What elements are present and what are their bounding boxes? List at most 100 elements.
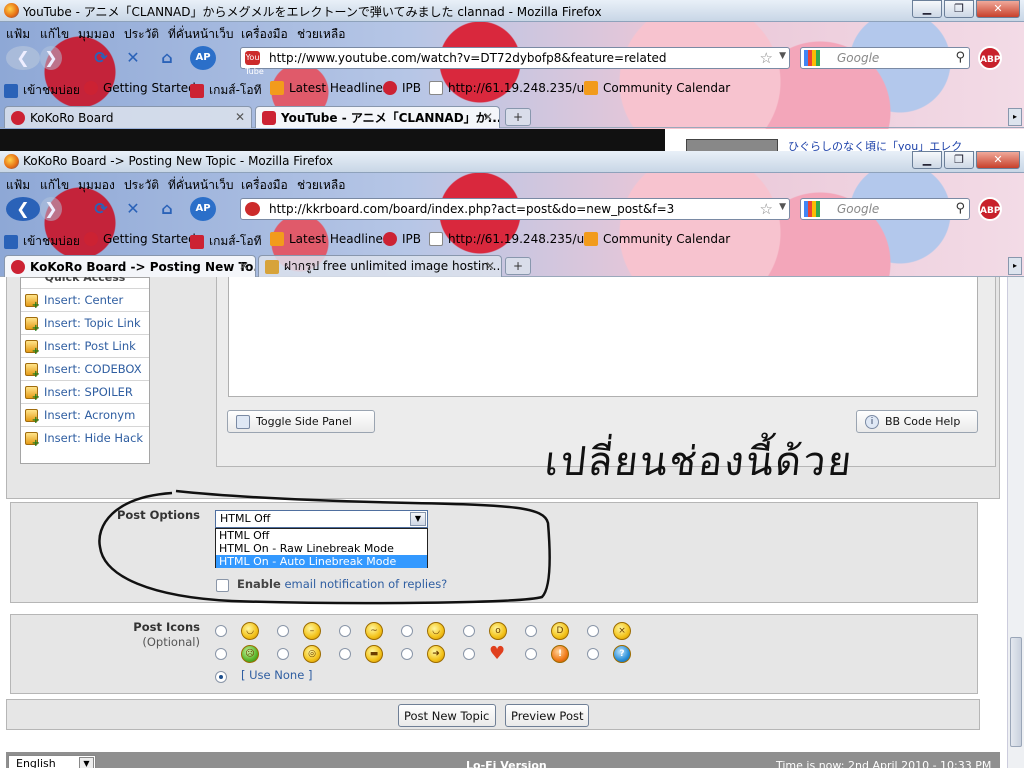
bookmark-ipb[interactable]: IPB (383, 81, 421, 95)
bookmark-ipb[interactable]: IPB (383, 232, 421, 246)
close-button[interactable]: ✕ (976, 0, 1020, 18)
toggle-side-panel-button[interactable]: Toggle Side Panel (227, 410, 375, 433)
back-search-box[interactable]: Google ⚲ (800, 47, 970, 69)
tab-youtube[interactable]: YouTube - アニメ「CLANNAD」か... ✕ (255, 106, 500, 128)
back-navbar: ❮ ❯ ⟳ ✕ ⌂ AP You Tube http://www.youtube… (0, 42, 1024, 76)
search-icon[interactable]: ⚲ (955, 201, 965, 216)
preview-post-button[interactable]: Preview Post (505, 704, 589, 727)
front-bookmarks-bar: เข้าชมบ่อย Getting Started เกมส์-โอที La… (0, 228, 1024, 250)
new-tab-button[interactable]: + (505, 257, 531, 275)
front-window-controls: ▁ ❐ ✕ (910, 151, 1020, 169)
back-url-bar[interactable]: You Tube http://www.youtube.com/watch?v=… (240, 47, 790, 76)
addon-icon[interactable]: AP (190, 46, 216, 70)
bb-code-help-button[interactable]: i BB Code Help (856, 410, 978, 433)
post-new-topic-button[interactable]: Post New Topic (398, 704, 496, 727)
bookmark-community-calendar[interactable]: Community Calendar (584, 81, 730, 95)
related-video-link[interactable]: ひぐらしのなく頃に「you」エレク (788, 138, 962, 152)
post-icon-radio[interactable] (215, 625, 227, 637)
front-search-box[interactable]: Google ⚲ (800, 198, 970, 220)
chevron-down-icon[interactable]: ▼ (79, 757, 94, 768)
scrollbar-thumb[interactable] (1010, 637, 1022, 747)
bookmark-star-icon[interactable]: ☆ (760, 200, 773, 218)
tab-kokoro-posting[interactable]: KoKoRo Board -> Posting New To... ✕ (4, 255, 256, 277)
tab-close-icon[interactable]: ✕ (485, 259, 495, 273)
lofi-version-link[interactable]: Lo-Fi Version (466, 759, 547, 768)
bookmark-star-icon[interactable]: ☆ (760, 49, 773, 67)
post-icon-radio[interactable] (401, 648, 413, 660)
addon-icon[interactable]: AP (190, 197, 216, 221)
back-icon[interactable]: ❮ (6, 46, 40, 70)
front-url-bar[interactable]: http://kkrboard.com/board/index.php?act=… (240, 198, 790, 220)
adblock-icon[interactable]: ABP (978, 197, 1002, 221)
post-icon-radio[interactable] (525, 648, 537, 660)
post-icon-radio[interactable] (401, 625, 413, 637)
bookmark-most-visited[interactable]: เข้าชมบ่อย (4, 81, 80, 100)
tabs-scroll-right-icon[interactable]: ▸ (1008, 257, 1022, 275)
quick-access-item[interactable]: Insert: SPOILER (21, 380, 149, 403)
quick-access-item[interactable]: Insert: Hide Hack (21, 426, 149, 449)
stop-icon[interactable]: ✕ (120, 197, 146, 221)
minimize-button[interactable]: ▁ (912, 151, 942, 169)
stop-icon[interactable]: ✕ (120, 46, 146, 70)
post-icon-radio[interactable] (277, 625, 289, 637)
minimize-button[interactable]: ▁ (912, 0, 942, 18)
post-textarea[interactable] (228, 277, 978, 397)
use-none-radio[interactable] (215, 671, 227, 683)
rss-icon (584, 81, 598, 95)
back-bookmarks-bar: เข้าชมบ่อย Getting Started เกมส์-โอที La… (0, 77, 1024, 99)
quick-access-item[interactable]: Insert: CODEBOX (21, 357, 149, 380)
tab-close-icon[interactable]: ✕ (239, 259, 249, 273)
smile-icon: ◡ (241, 622, 259, 640)
tab-image-hosting[interactable]: ฝากรูป free unlimited image hostin... ✕ (258, 255, 502, 277)
post-icon-radio[interactable] (463, 625, 475, 637)
close-button[interactable]: ✕ (976, 151, 1020, 169)
language-select[interactable]: English ▼ (8, 755, 96, 768)
page-scrollbar[interactable] (1007, 277, 1024, 768)
quick-access-item[interactable]: Insert: Center (21, 288, 149, 311)
post-icon-radio[interactable] (463, 648, 475, 660)
google-icon[interactable] (804, 50, 820, 66)
url-dropdown-icon[interactable]: ▼ (779, 202, 786, 212)
post-icon-radio[interactable] (525, 625, 537, 637)
home-icon[interactable]: ⌂ (154, 46, 180, 70)
reload-icon[interactable]: ⟳ (88, 197, 114, 221)
forward-icon[interactable]: ❯ (40, 46, 62, 70)
bookmark-getting-started[interactable]: Getting Started (84, 232, 196, 246)
back-icon[interactable]: ❮ (6, 197, 40, 221)
reload-icon[interactable]: ⟳ (88, 46, 114, 70)
post-icon-radio[interactable] (339, 648, 351, 660)
google-icon[interactable] (804, 201, 820, 217)
forward-icon[interactable]: ❯ (40, 197, 62, 221)
bookmark-games[interactable]: เกมส์-โอที (190, 232, 262, 251)
bookmark-games[interactable]: เกมส์-โอที (190, 81, 262, 100)
post-icon-radio[interactable] (339, 625, 351, 637)
back-content: ひぐらしのなく頃に「you」エレク (0, 129, 1024, 152)
quick-access-item[interactable]: Insert: Acronym (21, 403, 149, 426)
bookmark-community-calendar[interactable]: Community Calendar (584, 232, 730, 246)
back-tab-bar: KoKoRo Board ✕ YouTube - アニメ「CLANNAD」か..… (0, 104, 1024, 128)
bookmarks-folder-icon (4, 234, 18, 249)
bookmark-ip-link[interactable]: http://61.19.248.235/u... (429, 232, 596, 246)
bookmark-most-visited[interactable]: เข้าชมบ่อย (4, 232, 80, 251)
post-icon-radio[interactable] (587, 625, 599, 637)
tabs-scroll-right-icon[interactable]: ▸ (1008, 108, 1022, 126)
bookmark-latest-headlines[interactable]: Latest Headlines (270, 81, 389, 95)
quick-access-item[interactable]: Insert: Topic Link (21, 311, 149, 334)
bookmark-ip-link[interactable]: http://61.19.248.235/u... (429, 81, 596, 95)
quick-access-item[interactable]: Insert: Post Link (21, 334, 149, 357)
bookmark-latest-headlines[interactable]: Latest Headlines (270, 232, 389, 246)
post-icon-radio[interactable] (215, 648, 227, 660)
post-icon-radio[interactable] (277, 648, 289, 660)
maximize-button[interactable]: ❐ (944, 0, 974, 18)
post-icon-radio[interactable] (587, 648, 599, 660)
search-icon[interactable]: ⚲ (955, 50, 965, 65)
new-tab-button[interactable]: + (505, 108, 531, 126)
home-icon[interactable]: ⌂ (154, 197, 180, 221)
tab-close-icon[interactable]: ✕ (235, 110, 245, 124)
maximize-button[interactable]: ❐ (944, 151, 974, 169)
bookmark-getting-started[interactable]: Getting Started (84, 81, 196, 95)
adblock-icon[interactable]: ABP (978, 46, 1002, 70)
tab-close-icon[interactable]: ✕ (483, 110, 493, 124)
tab-kokoro-board[interactable]: KoKoRo Board ✕ (4, 106, 252, 128)
url-dropdown-icon[interactable]: ▼ (779, 51, 786, 61)
